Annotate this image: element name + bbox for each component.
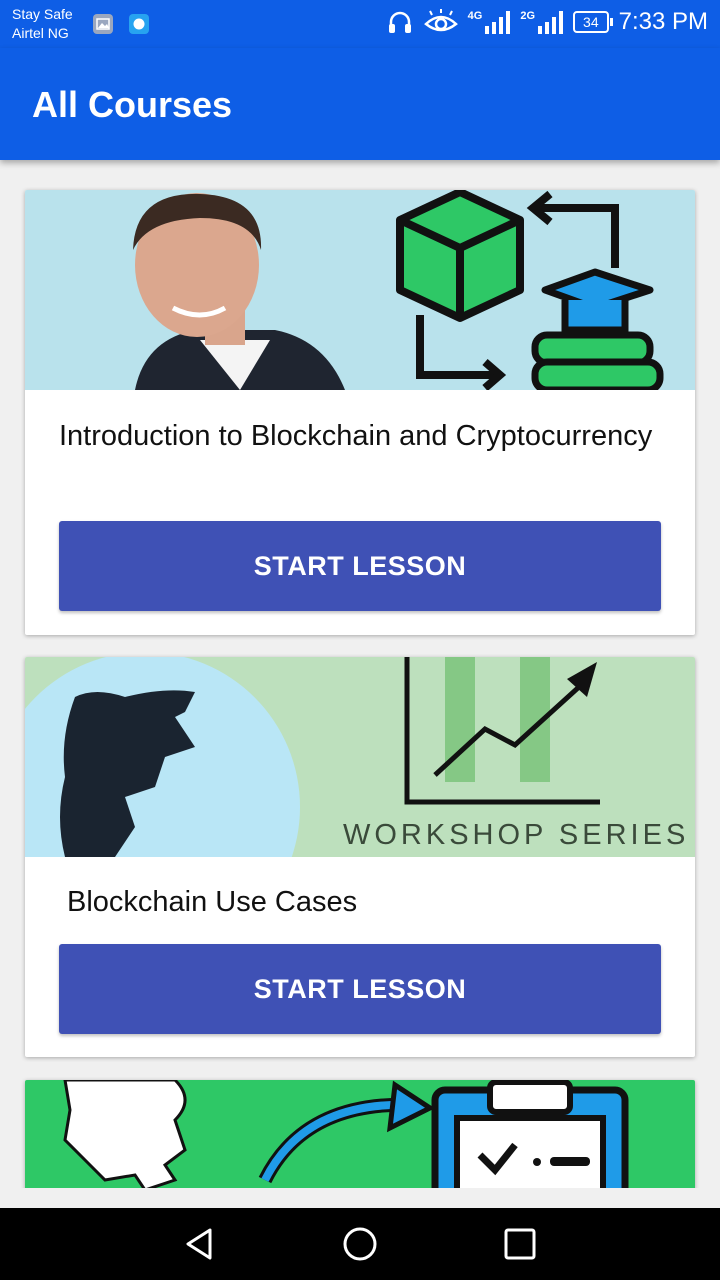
course-thumbnail: WORKSHOP SERIES (25, 657, 695, 857)
back-triangle-icon[interactable] (180, 1224, 220, 1264)
battery-level: 34 (583, 14, 599, 30)
gallery-notification-icon (93, 14, 113, 34)
eye-comfort-icon (423, 9, 458, 32)
carrier-info: Stay Safe Airtel NG (12, 5, 73, 43)
course-card (25, 1080, 695, 1188)
navigation-bar (0, 1208, 720, 1280)
process-banner-image (25, 1080, 695, 1188)
status-bar: Stay Safe Airtel NG 4G 2G 34 7:33 PM (0, 0, 720, 48)
signal-4g-icon (485, 11, 511, 34)
course-card: Introduction to Blockchain and Cryptocur… (25, 190, 695, 635)
course-card: WORKSHOP SERIES Blockchain Use Cases STA… (25, 657, 695, 1057)
course-title: Introduction to Blockchain and Cryptocur… (59, 420, 653, 452)
signal-2g-icon (538, 11, 564, 34)
battery-indicator: 34 (573, 11, 613, 33)
blockchain-banner-image (25, 190, 695, 390)
app-bar: All Courses (0, 48, 720, 160)
course-title: Blockchain Use Cases (67, 886, 358, 918)
course-thumbnail (25, 1080, 695, 1188)
clock: 7:33 PM (618, 8, 708, 35)
course-thumbnail (25, 190, 695, 390)
network-4g-label: 4G (467, 10, 483, 22)
recents-square-icon[interactable] (500, 1224, 540, 1264)
network-2g-label: 2G (520, 10, 536, 22)
workshop-series-label: WORKSHOP SERIES (343, 819, 690, 851)
start-lesson-button[interactable]: START LESSON (59, 944, 661, 1034)
chat-notification-icon (129, 14, 149, 34)
carrier-line-2: Airtel NG (12, 25, 69, 41)
course-list[interactable]: Introduction to Blockchain and Cryptocur… (0, 160, 720, 1188)
carrier-line-1: Stay Safe (12, 6, 73, 22)
headset-icon (388, 11, 411, 33)
home-circle-icon[interactable] (340, 1224, 380, 1264)
page-title: All Courses (32, 84, 233, 125)
start-lesson-button[interactable]: START LESSON (59, 521, 661, 611)
